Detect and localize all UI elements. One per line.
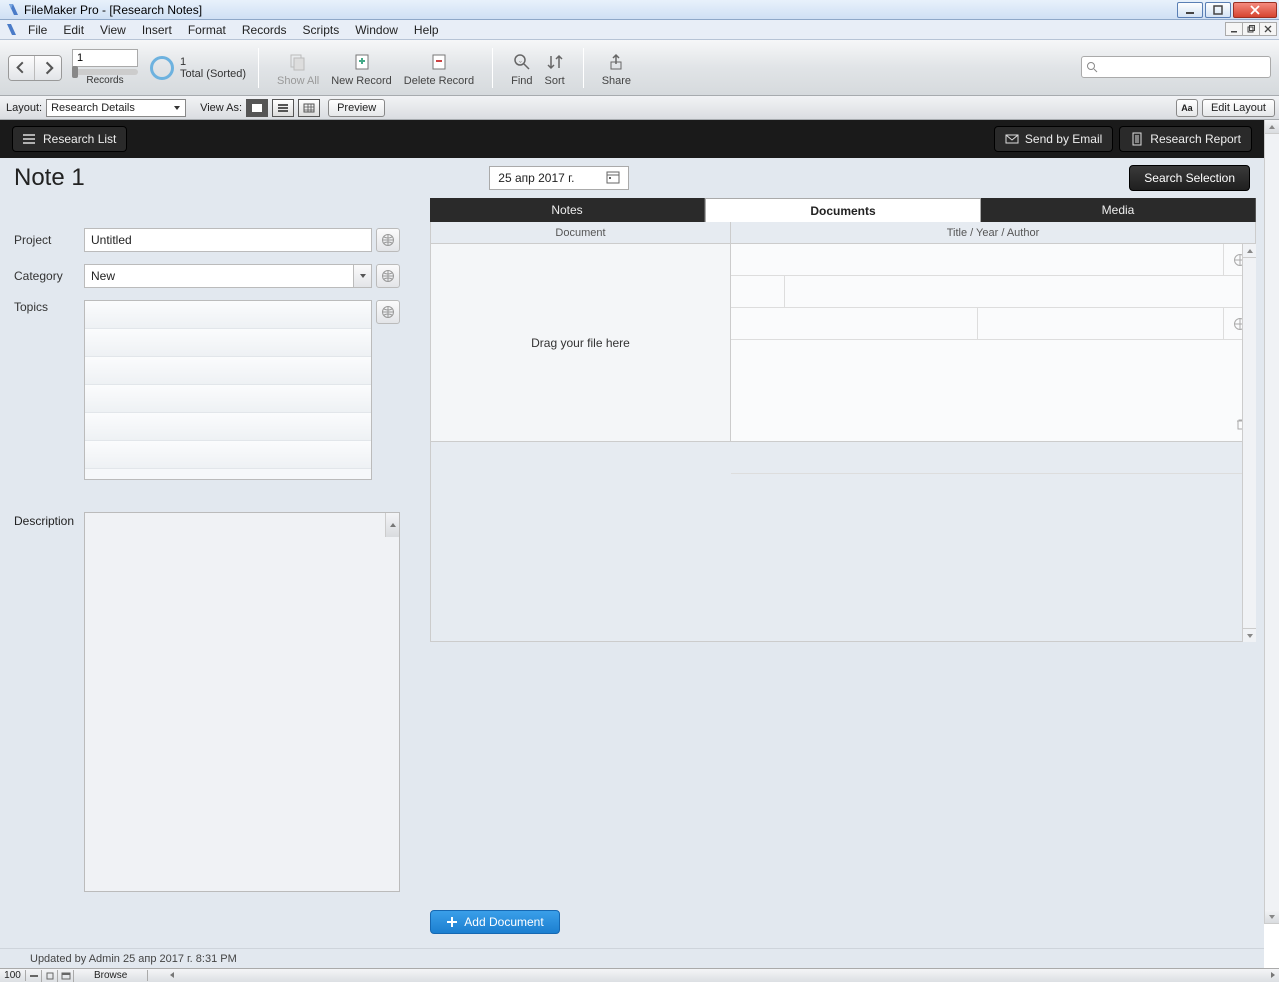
menu-file[interactable]: File bbox=[20, 21, 55, 39]
doc-year-row[interactable] bbox=[731, 276, 1255, 308]
view-form[interactable] bbox=[246, 99, 268, 117]
zoom-in[interactable] bbox=[42, 970, 58, 982]
mode-selector[interactable]: Browse bbox=[74, 970, 148, 981]
tab-notes[interactable]: Notes bbox=[430, 198, 705, 222]
window-maximize[interactable] bbox=[1205, 2, 1231, 18]
window-title: FileMaker Pro - [Research Notes] bbox=[24, 3, 202, 17]
found-set-pie-icon[interactable] bbox=[150, 56, 174, 80]
preview-button[interactable]: Preview bbox=[328, 99, 385, 117]
hscroll-left[interactable] bbox=[168, 971, 176, 982]
menu-scripts[interactable]: Scripts bbox=[295, 21, 348, 39]
send-email-button[interactable]: Send by Email bbox=[994, 126, 1113, 152]
documents-col-document: Document bbox=[431, 222, 731, 243]
documents-col-tya: Title / Year / Author bbox=[731, 222, 1255, 243]
layout-selector[interactable]: Research Details bbox=[46, 99, 186, 117]
child-minimize[interactable] bbox=[1225, 22, 1243, 36]
nav-next[interactable] bbox=[35, 56, 61, 80]
zoom-out[interactable] bbox=[26, 970, 42, 982]
find-button[interactable]: Find bbox=[505, 49, 538, 87]
vscroll-up[interactable] bbox=[1265, 120, 1279, 134]
document-container-field[interactable]: Drag your file here bbox=[431, 244, 731, 441]
menu-records[interactable]: Records bbox=[234, 21, 295, 39]
category-label: Category bbox=[14, 269, 84, 283]
vscroll-down[interactable] bbox=[1265, 910, 1279, 924]
share-button[interactable]: Share bbox=[596, 49, 637, 87]
doc-notes-row[interactable] bbox=[731, 340, 1255, 474]
research-report-button[interactable]: Research Report bbox=[1119, 126, 1252, 152]
menu-view[interactable]: View bbox=[92, 21, 134, 39]
app-icon bbox=[6, 3, 20, 17]
menu-window[interactable]: Window bbox=[347, 21, 406, 39]
research-list-button[interactable]: Research List bbox=[12, 126, 127, 152]
sort-button[interactable]: Sort bbox=[539, 49, 571, 87]
edit-layout-button[interactable]: Edit Layout bbox=[1202, 99, 1275, 117]
category-dropdown[interactable] bbox=[354, 264, 372, 288]
tab-media[interactable]: Media bbox=[981, 198, 1256, 222]
document-icon bbox=[4, 23, 18, 37]
menu-help[interactable]: Help bbox=[406, 21, 447, 39]
zoom-level[interactable]: 100 bbox=[0, 970, 26, 981]
record-slider[interactable] bbox=[72, 69, 138, 75]
project-field[interactable]: Untitled bbox=[84, 228, 372, 252]
project-globe-button[interactable] bbox=[376, 228, 400, 252]
search-selection-button[interactable]: Search Selection bbox=[1129, 165, 1250, 191]
doc-title-row[interactable] bbox=[731, 244, 1255, 276]
body-vscrollbar[interactable] bbox=[1264, 120, 1279, 924]
note-date-field[interactable]: 25 апр 2017 г. bbox=[489, 166, 629, 190]
child-close[interactable] bbox=[1259, 22, 1277, 36]
topics-label: Topics bbox=[14, 300, 84, 314]
child-restore[interactable] bbox=[1242, 22, 1260, 36]
category-field[interactable]: New bbox=[84, 264, 354, 288]
records-label: Records bbox=[72, 75, 138, 86]
doc-author-row[interactable] bbox=[731, 308, 1255, 340]
found-count: 1 bbox=[180, 56, 246, 68]
nav-prev[interactable] bbox=[9, 56, 35, 80]
hscroll-right[interactable] bbox=[1269, 971, 1277, 982]
view-table[interactable] bbox=[298, 99, 320, 117]
record-number-input[interactable] bbox=[72, 49, 138, 67]
window-minimize[interactable] bbox=[1177, 2, 1203, 18]
view-list[interactable] bbox=[272, 99, 294, 117]
description-field[interactable] bbox=[84, 512, 400, 892]
viewas-label: View As: bbox=[200, 102, 242, 114]
menu-edit[interactable]: Edit bbox=[55, 21, 92, 39]
window-close[interactable] bbox=[1233, 2, 1277, 18]
show-all-button[interactable]: Show All bbox=[271, 49, 325, 87]
documents-portal-scrollbar[interactable] bbox=[1242, 244, 1256, 642]
project-label: Project bbox=[14, 233, 84, 247]
text-formatting-button[interactable]: Aa bbox=[1176, 99, 1198, 117]
note-title: Note 1 bbox=[14, 164, 85, 192]
updated-by-text: Updated by Admin 25 апр 2017 г. 8:31 PM bbox=[0, 948, 1264, 968]
layout-label: Layout: bbox=[6, 102, 42, 114]
description-scroll-up[interactable] bbox=[385, 513, 399, 537]
menu-format[interactable]: Format bbox=[180, 21, 234, 39]
add-document-button[interactable]: Add Document bbox=[430, 910, 560, 934]
menu-insert[interactable]: Insert bbox=[134, 21, 180, 39]
description-label: Description bbox=[14, 512, 84, 528]
found-label: Total (Sorted) bbox=[180, 68, 246, 80]
calendar-icon[interactable] bbox=[606, 170, 620, 187]
new-record-button[interactable]: New Record bbox=[325, 49, 398, 87]
topics-portal[interactable] bbox=[84, 300, 372, 480]
quick-find-input[interactable] bbox=[1102, 60, 1266, 74]
tab-documents[interactable]: Documents bbox=[705, 198, 981, 222]
delete-record-button[interactable]: Delete Record bbox=[398, 49, 480, 87]
status-toggle[interactable] bbox=[58, 970, 74, 982]
quick-find[interactable] bbox=[1081, 56, 1271, 78]
category-globe-button[interactable] bbox=[376, 264, 400, 288]
topics-globe-button[interactable] bbox=[376, 300, 400, 324]
